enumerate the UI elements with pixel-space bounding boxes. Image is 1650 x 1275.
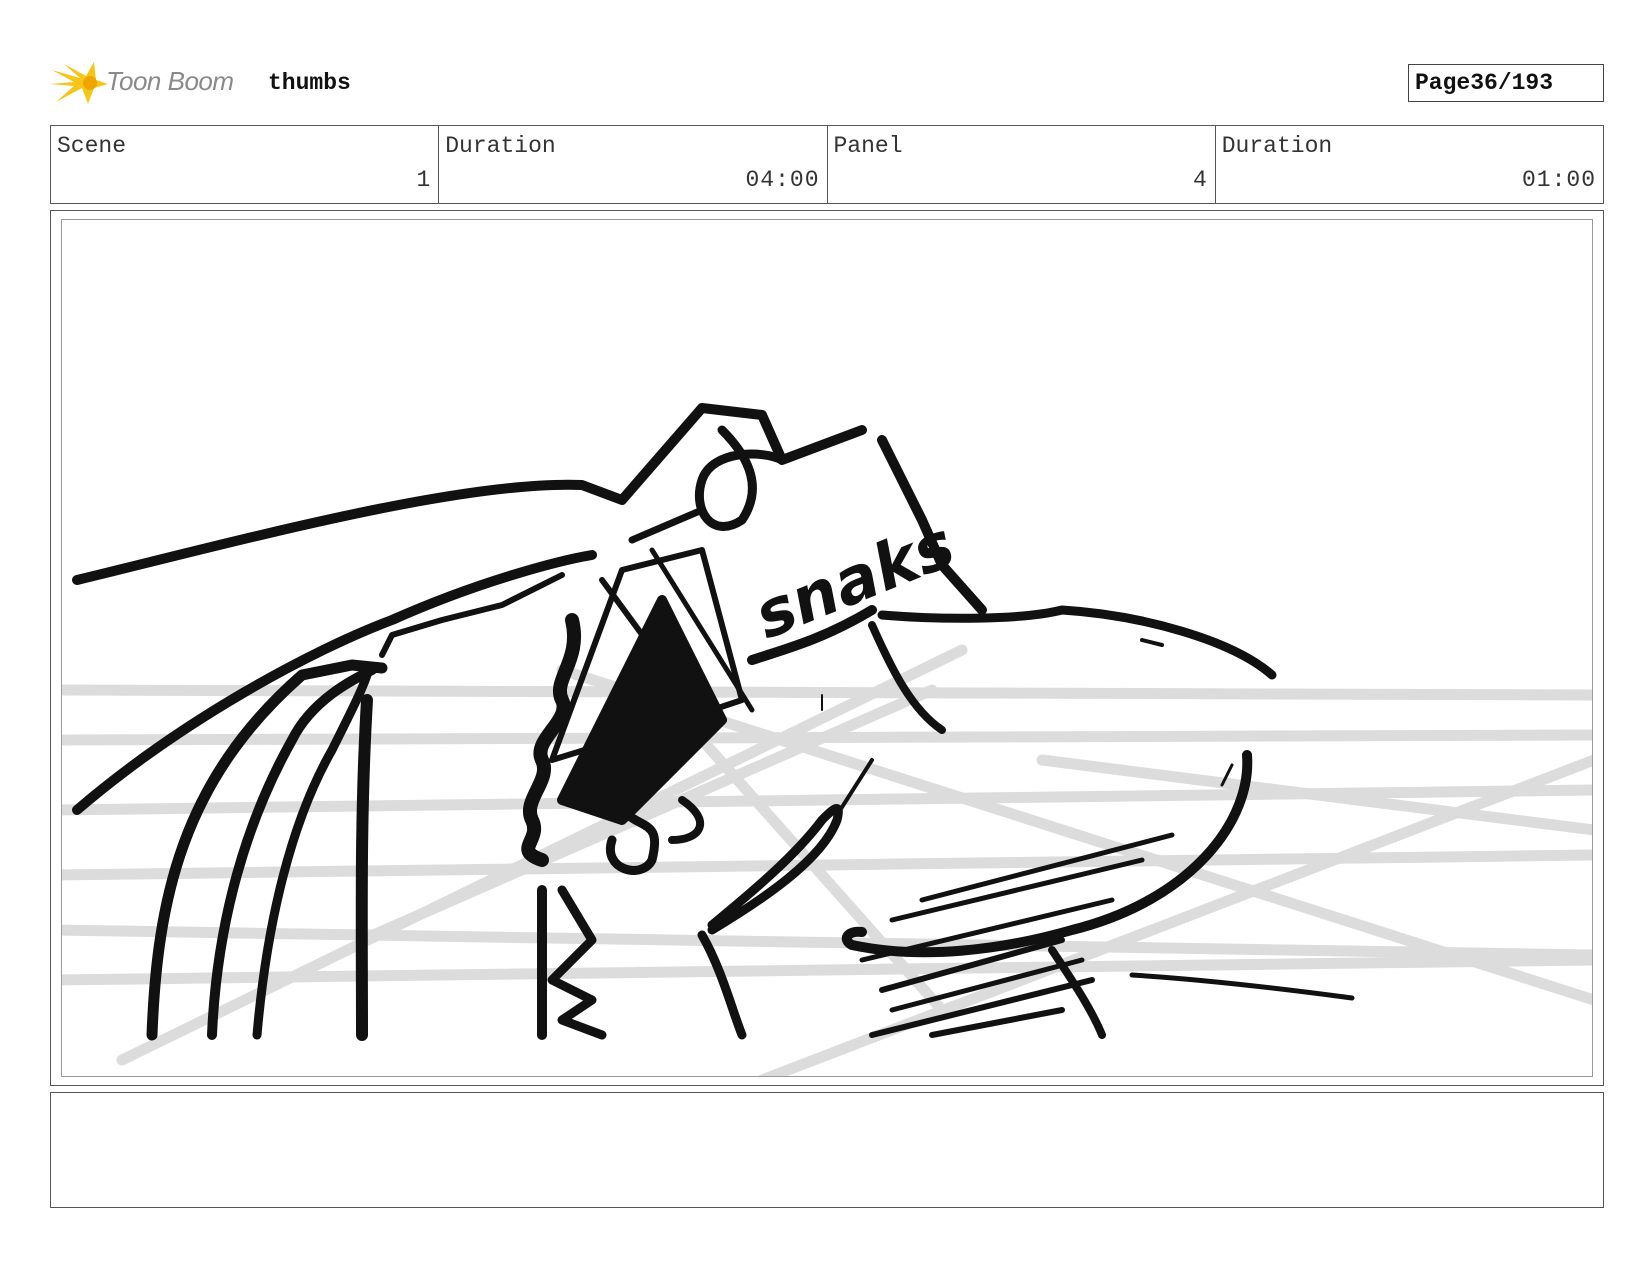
panel-duration-cell: Duration 01:00 [1216,126,1603,203]
project-name: thumbs [268,70,351,96]
sketch-drawing: snaks [62,403,1592,1076]
panel-duration-label: Duration [1221,133,1333,159]
toon-boom-star-icon [50,62,108,104]
scene-duration-cell: Duration 04:00 [439,126,828,203]
storyboard-panel-image: snaks [61,219,1593,1077]
perspective-guides [62,644,1592,1076]
scene-duration-value: 04:00 [745,167,820,193]
toon-boom-logo: Toon Boom [50,58,250,108]
sketch-label-snaks: snaks [745,508,965,654]
panel-info-table: Scene 1 Duration 04:00 Panel 4 Duration … [50,125,1604,204]
panel-value: 4 [1192,167,1208,193]
panel-label: Panel [833,133,903,159]
scene-cell: Scene 1 [51,126,440,203]
panel-caption-box[interactable] [50,1092,1604,1208]
storyboard-panel-frame: snaks [50,210,1604,1086]
panel-duration-value: 01:00 [1521,167,1596,193]
page-header: Toon Boom thumbs Page 36/193 [50,58,1604,108]
scene-label: Scene [57,133,127,159]
panel-cell: Panel 4 [828,126,1216,203]
logo-wordmark: Toon Boom [106,66,234,96]
scene-duration-label: Duration [445,133,556,159]
page-label: Page [1415,70,1471,96]
page-indicator: Page 36/193 [1408,64,1604,102]
scene-value: 1 [416,167,432,193]
page-number: 36/193 [1470,70,1554,96]
